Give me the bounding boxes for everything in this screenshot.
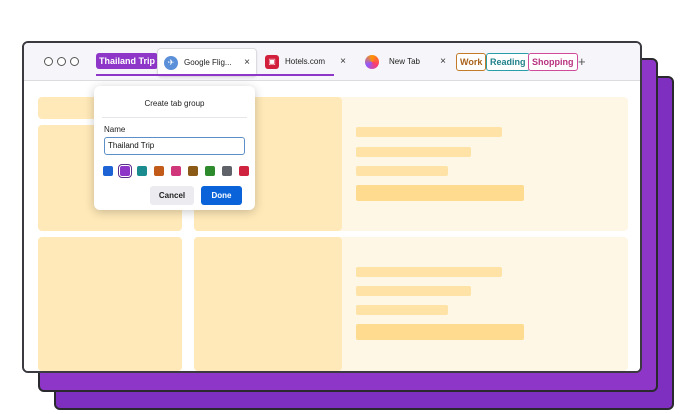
tab-group-work[interactable]: Work	[456, 53, 487, 71]
tab-strip: Thailand Trip ✈ Google Flig... × ▣ Hotel…	[24, 43, 640, 81]
tab-label: Hotels.com	[285, 57, 326, 66]
color-swatch[interactable]	[188, 166, 198, 176]
color-swatch[interactable]	[103, 166, 113, 176]
placeholder-line	[356, 267, 502, 277]
tab-group-reading[interactable]: Reading	[486, 53, 530, 71]
tab-hotels[interactable]: ▣ Hotels.com ×	[260, 48, 352, 75]
done-button[interactable]: Done	[201, 186, 242, 205]
color-swatch[interactable]	[118, 164, 132, 178]
firefox-icon	[365, 54, 379, 69]
placeholder-line	[356, 147, 471, 157]
hotels-icon: ▣	[265, 54, 279, 69]
tab-google-flights[interactable]: ✈ Google Flig... ×	[157, 48, 257, 77]
tab-group-thailand-trip[interactable]: Thailand Trip	[96, 53, 159, 69]
color-swatch[interactable]	[171, 166, 181, 176]
new-tab-button[interactable]: +	[578, 54, 586, 69]
window-minimize-button[interactable]	[57, 57, 66, 66]
color-swatch[interactable]	[137, 166, 147, 176]
create-tab-group-dialog: Create tab group Name Thailand Trip Canc…	[94, 86, 255, 210]
window-maximize-button[interactable]	[70, 57, 79, 66]
tab-group-underline	[96, 74, 334, 76]
cancel-button[interactable]: Cancel	[150, 186, 194, 205]
placeholder-line	[356, 127, 502, 137]
color-swatch[interactable]	[239, 166, 249, 176]
color-swatch[interactable]	[154, 166, 164, 176]
close-icon[interactable]: ×	[440, 56, 446, 67]
tab-new-tab[interactable]: New Tab ×	[360, 48, 452, 75]
window-controls	[44, 57, 79, 66]
tab-group-shopping[interactable]: Shopping	[528, 53, 578, 71]
close-icon[interactable]: ×	[340, 56, 346, 67]
placeholder-line	[356, 286, 471, 296]
placeholder-button	[356, 185, 524, 201]
placeholder-block	[38, 237, 182, 371]
window-close-button[interactable]	[44, 57, 53, 66]
dialog-title: Create tab group	[144, 99, 205, 108]
placeholder-line	[356, 305, 448, 315]
name-label: Name	[104, 125, 126, 134]
placeholder-button	[356, 324, 524, 340]
group-name-input[interactable]: Thailand Trip	[104, 137, 245, 155]
color-swatch[interactable]	[205, 166, 215, 176]
airplane-icon: ✈	[164, 55, 178, 70]
tab-label: Google Flig...	[184, 58, 232, 67]
placeholder-image	[194, 237, 342, 371]
close-icon[interactable]: ×	[244, 57, 250, 68]
color-swatches	[103, 164, 249, 178]
placeholder-line	[356, 166, 448, 176]
color-swatch[interactable]	[222, 166, 232, 176]
tab-label: New Tab	[389, 57, 420, 66]
divider	[102, 117, 247, 118]
